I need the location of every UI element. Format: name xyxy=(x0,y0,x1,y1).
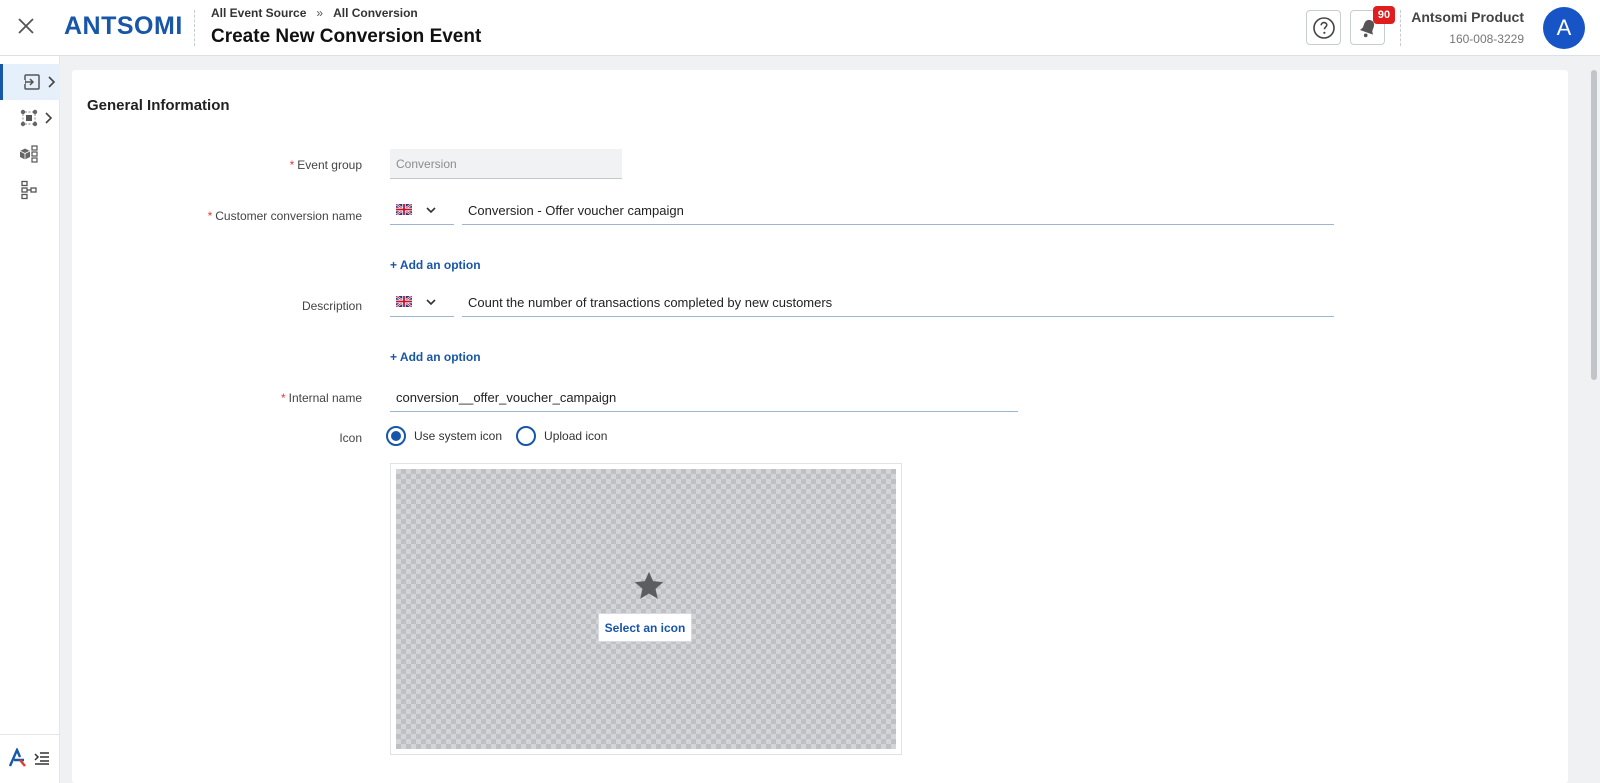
radio-unchecked[interactable] xyxy=(516,426,537,446)
star-icon xyxy=(634,571,664,599)
required-mark: * xyxy=(289,158,295,172)
vertical-scrollbar[interactable] xyxy=(1591,70,1597,380)
import-icon xyxy=(22,74,40,90)
chevron-down-icon xyxy=(426,298,436,305)
conversion-name-input[interactable]: Conversion - Offer voucher campaign xyxy=(462,195,1334,225)
required-mark: * xyxy=(207,209,213,223)
help-button[interactable] xyxy=(1306,10,1341,45)
cube-tree-icon xyxy=(19,145,38,163)
help-icon xyxy=(1312,16,1335,39)
chevron-right-icon xyxy=(48,76,56,88)
sidebar-item-objects[interactable] xyxy=(0,136,60,172)
sidebar-footer xyxy=(0,734,60,783)
antsomi-logo[interactable]: ANTSOMI xyxy=(64,12,183,41)
transparent-background: Select an icon xyxy=(396,469,896,749)
main-content: General Information * Event group Convers… xyxy=(72,70,1568,783)
expand-menu-icon[interactable] xyxy=(34,750,50,766)
network-icon xyxy=(20,109,38,127)
language-select[interactable] xyxy=(390,195,454,225)
icon-label: Icon xyxy=(339,431,362,445)
breadcrumb: All Event Source » All Conversion xyxy=(211,6,418,20)
header-divider xyxy=(194,10,195,46)
radio-use-system-icon[interactable]: Use system icon xyxy=(386,426,502,446)
add-option-button[interactable]: + Add an option xyxy=(390,258,481,272)
radio-label: Upload icon xyxy=(544,429,608,443)
icon-preview-frame: Select an icon xyxy=(390,463,902,755)
radio-label: Use system icon xyxy=(414,429,503,443)
conversion-name-label-text: Customer conversion name xyxy=(215,209,362,223)
event-group-label: * Event group xyxy=(72,158,362,172)
sidebar-item-hierarchy[interactable] xyxy=(0,172,60,208)
breadcrumb-all-conversion[interactable]: All Conversion xyxy=(333,6,418,20)
hierarchy-icon xyxy=(21,180,37,200)
event-group-label-text: Event group xyxy=(297,158,362,172)
section-title: General Information xyxy=(87,97,230,114)
sidebar-item-data-model[interactable] xyxy=(0,100,60,136)
close-icon[interactable] xyxy=(14,14,38,38)
chevron-down-icon xyxy=(426,206,436,213)
sidebar-item-event-sources[interactable] xyxy=(0,64,60,100)
account-name[interactable]: Antsomi Product xyxy=(1411,9,1524,25)
required-mark: * xyxy=(280,391,286,405)
uk-flag-icon xyxy=(396,204,412,215)
radio-checked[interactable] xyxy=(386,426,406,446)
icon-source-radio-group: Use system icon Upload icon xyxy=(386,426,621,446)
internal-name-label: * Internal name xyxy=(72,391,362,405)
page-title: Create New Conversion Event xyxy=(211,26,482,47)
chevron-right-icon xyxy=(45,112,53,124)
conversion-name-label: * Customer conversion name xyxy=(72,209,362,223)
language-select[interactable] xyxy=(390,287,454,317)
top-header: ANTSOMI All Event Source » All Conversio… xyxy=(0,0,1600,56)
add-option-button[interactable]: + Add an option xyxy=(390,350,481,364)
radio-upload-icon[interactable]: Upload icon xyxy=(516,426,607,446)
avatar[interactable]: A xyxy=(1543,7,1585,49)
left-sidebar xyxy=(0,56,60,783)
account-id: 160-008-3229 xyxy=(1449,32,1524,46)
notification-count-badge: 90 xyxy=(1373,6,1395,24)
uk-flag-icon xyxy=(396,296,412,307)
breadcrumb-separator: » xyxy=(316,6,324,20)
event-group-field: Conversion xyxy=(390,149,622,179)
select-icon-button[interactable]: Select an icon xyxy=(598,613,692,642)
description-input[interactable]: Count the number of transactions complet… xyxy=(462,287,1334,317)
description-label: Description xyxy=(301,299,362,313)
breadcrumb-all-event-source[interactable]: All Event Source xyxy=(211,6,306,20)
internal-name-label-text: Internal name xyxy=(288,391,362,405)
internal-name-input[interactable]: conversion__offer_voucher_campaign xyxy=(390,382,1018,412)
header-divider xyxy=(1400,10,1401,46)
antsomi-mark-icon[interactable] xyxy=(9,748,27,768)
